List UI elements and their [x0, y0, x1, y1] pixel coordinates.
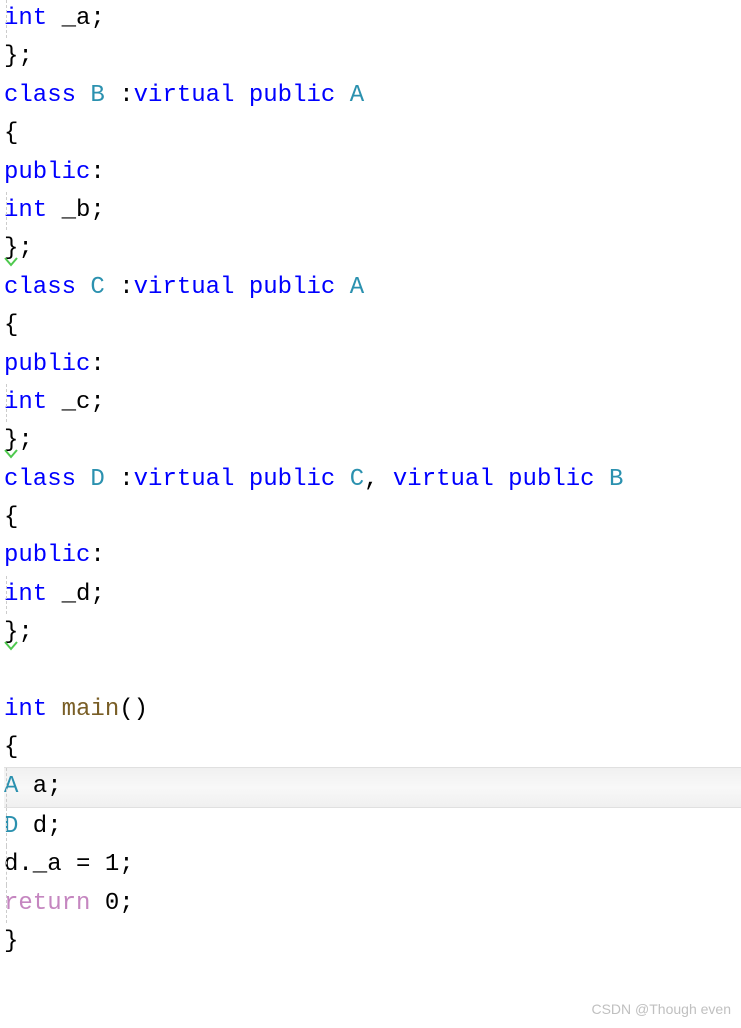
variable: _b;: [47, 192, 105, 230]
code-line-highlighted: A a;: [4, 767, 741, 807]
class-name: A: [350, 77, 364, 115]
open-brace: {: [4, 499, 18, 537]
colon: :: [90, 154, 104, 192]
code-line: D d;: [4, 808, 741, 846]
class-name: B: [76, 77, 119, 115]
variable: a;: [18, 768, 61, 806]
keyword-int: int: [4, 384, 47, 422]
keyword-virtual: virtual: [134, 269, 235, 307]
code-line: int _b;: [4, 192, 741, 230]
keyword-class: class: [4, 461, 76, 499]
marker-icon: [4, 641, 18, 651]
code-line: {: [4, 307, 741, 345]
class-name: C: [76, 269, 119, 307]
code-line: class C :virtual public A: [4, 269, 741, 307]
keyword-int: int: [4, 0, 47, 38]
keyword-int: int: [4, 691, 47, 729]
open-brace: {: [4, 729, 18, 767]
variable: _d;: [47, 576, 105, 614]
keyword-int: int: [4, 576, 47, 614]
colon: :: [119, 77, 133, 115]
variable: _a;: [47, 0, 105, 38]
return-value: 0;: [90, 885, 133, 923]
statement: d._a = 1;: [4, 846, 134, 884]
code-line: int _c;: [4, 384, 741, 422]
code-line: {: [4, 115, 741, 153]
keyword-virtual: virtual: [393, 461, 494, 499]
colon: :: [119, 461, 133, 499]
code-line: class B :virtual public A: [4, 77, 741, 115]
keyword-public: public: [4, 537, 90, 575]
code-line: };: [4, 230, 741, 268]
class-name: C: [350, 461, 364, 499]
code-line: };: [4, 38, 741, 76]
code-line: {: [4, 499, 741, 537]
keyword-int: int: [4, 192, 47, 230]
parentheses: (): [119, 691, 148, 729]
keyword-virtual: virtual: [134, 461, 235, 499]
keyword-public: public: [4, 154, 90, 192]
code-line: }: [4, 923, 741, 961]
class-name: A: [350, 269, 364, 307]
code-editor: int _a; }; class B :virtual public A { p…: [0, 0, 741, 961]
open-brace: {: [4, 115, 18, 153]
keyword-return: return: [4, 885, 90, 923]
code-line: [4, 653, 741, 691]
watermark: CSDN @Though even: [591, 998, 731, 1020]
code-line: d._a = 1;: [4, 846, 741, 884]
marker-icon: [4, 257, 18, 267]
variable: _c;: [47, 384, 105, 422]
keyword-virtual: virtual: [134, 77, 235, 115]
keyword-public: public: [234, 77, 349, 115]
class-name: D: [76, 461, 119, 499]
variable: d;: [18, 808, 61, 846]
keyword-class: class: [4, 269, 76, 307]
comma: ,: [364, 461, 393, 499]
class-name: B: [609, 461, 623, 499]
keyword-public: public: [234, 269, 349, 307]
code-line: int _d;: [4, 576, 741, 614]
open-brace: {: [4, 307, 18, 345]
marker-icon: [4, 449, 18, 459]
colon: :: [90, 346, 104, 384]
colon: :: [119, 269, 133, 307]
close-brace: }: [4, 923, 18, 961]
code-line: };: [4, 422, 741, 460]
code-line: return 0;: [4, 885, 741, 923]
close-brace: };: [4, 38, 33, 76]
code-line: };: [4, 614, 741, 652]
code-line: int _a;: [4, 0, 741, 38]
code-line: public:: [4, 537, 741, 575]
code-line: public:: [4, 154, 741, 192]
keyword-public: public: [4, 346, 90, 384]
code-line: int main(): [4, 691, 741, 729]
keyword-public: public: [234, 461, 349, 499]
code-line: public:: [4, 346, 741, 384]
function-name: main: [47, 691, 119, 729]
code-line: class D :virtual public C, virtual publi…: [4, 461, 741, 499]
keyword-public: public: [494, 461, 609, 499]
keyword-class: class: [4, 77, 76, 115]
code-line: {: [4, 729, 741, 767]
colon: :: [90, 537, 104, 575]
